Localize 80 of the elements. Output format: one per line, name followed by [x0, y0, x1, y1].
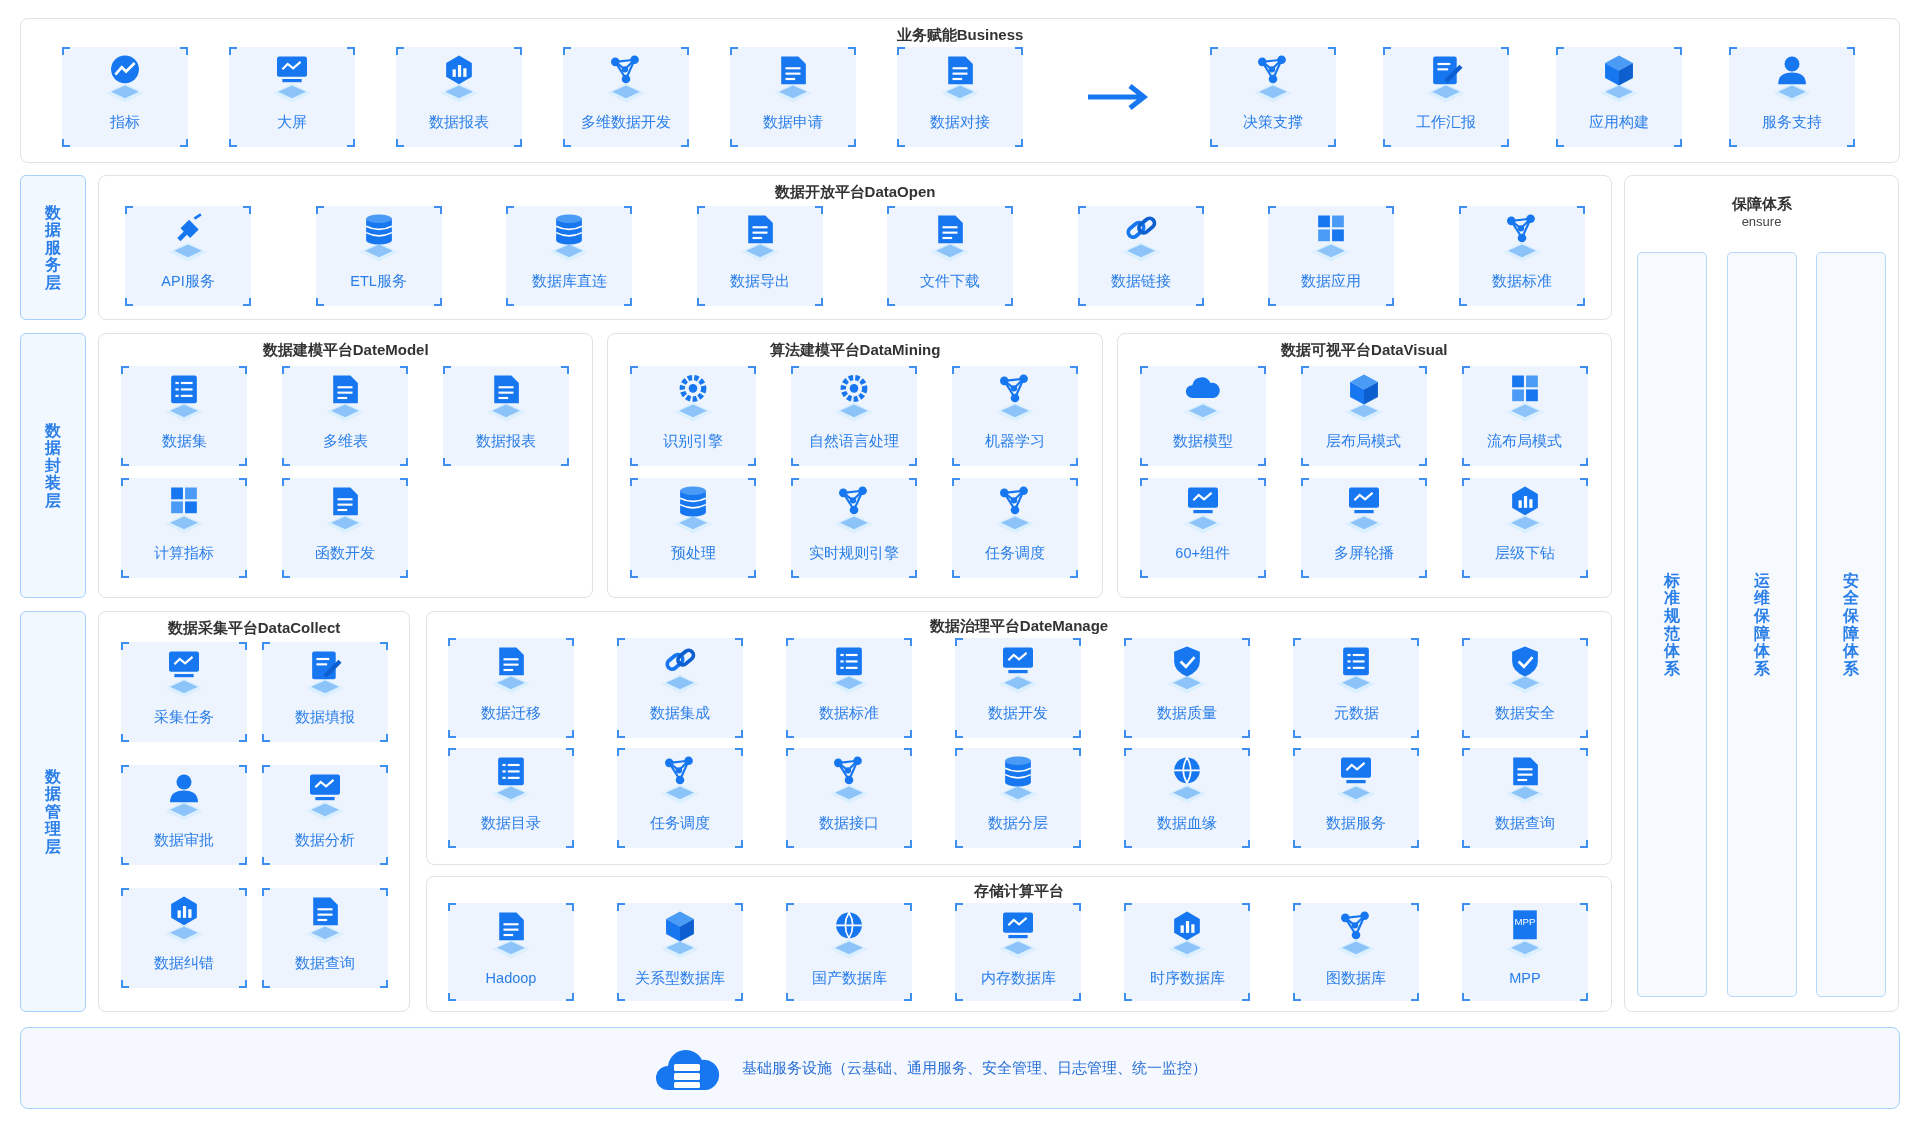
card-label: 函数开发	[315, 544, 375, 562]
card-label: 图数据库	[1326, 969, 1386, 987]
card-label: 计算指标	[154, 544, 214, 562]
guarantee-column: 安全保障体系	[1816, 252, 1886, 997]
card-label: 数据对接	[930, 113, 990, 131]
card-label: 数据库直连	[531, 272, 607, 290]
card-label: API服务	[161, 272, 215, 290]
card-label: 数据服务	[1326, 814, 1386, 832]
card-label: 数据应用	[1301, 272, 1362, 290]
panel-title: 算法建模平台DataMining	[768, 340, 942, 360]
card-label: 自然语言处理	[809, 432, 900, 450]
card-label: 层级下钻	[1494, 544, 1555, 562]
card-label: 决策支撑	[1243, 113, 1303, 131]
card-label: 工作汇报	[1416, 113, 1476, 131]
card-label: 元数据	[1333, 704, 1379, 722]
card-label: 国产数据库	[811, 969, 887, 987]
card-label: 流布局模式	[1487, 432, 1563, 450]
guarantee-column: 标准规范体系	[1637, 252, 1707, 997]
card-label: 数据标准	[1491, 272, 1552, 290]
card-label: 应用构建	[1589, 113, 1649, 131]
card-label: 数据申请	[763, 113, 823, 131]
card-label: 多维表	[322, 432, 368, 450]
card-label: 数据迁移	[481, 704, 541, 722]
panel-title: 业务赋能Business	[895, 25, 1025, 45]
card-label: 数据质量	[1157, 704, 1217, 722]
card-label: 数据报表	[476, 432, 536, 450]
card-label: 数据填报	[295, 708, 355, 726]
card-label: 指标	[110, 113, 140, 131]
card-label: 数据血缘	[1157, 814, 1217, 832]
card-label: 数据纠错	[154, 954, 214, 972]
panel-title: 保障体系	[1731, 194, 1792, 214]
card-label: 多屏轮播	[1333, 544, 1394, 562]
layer-label: 数据管理层	[20, 611, 86, 1012]
card-label: 机器学习	[985, 432, 1046, 450]
panel-title: 数据开放平台DataOpen	[773, 182, 937, 202]
card-label: 数据分析	[295, 831, 355, 849]
card-label: 文件下载	[920, 272, 981, 290]
card-label: 60+组件	[1175, 544, 1230, 562]
card-label: 数据链接	[1110, 272, 1171, 290]
card-label: 识别引擎	[663, 432, 724, 450]
panel-title: 数据采集平台DataCollect	[166, 618, 342, 638]
card-label: 大屏	[277, 113, 307, 131]
card-label: 任务调度	[985, 544, 1046, 562]
card-label: 内存数据库	[980, 969, 1056, 987]
card-label: 时序数据库	[1149, 969, 1225, 987]
card-label: ETL服务	[350, 272, 407, 290]
panel-title: 数据治理平台DateManage	[928, 616, 1110, 636]
card-label: 数据集	[161, 432, 207, 450]
card-label: 采集任务	[154, 708, 214, 726]
guarantee-column: 运维保障体系	[1726, 252, 1797, 997]
card-label: 多维数据开发	[581, 113, 671, 131]
card-label: 数据分层	[988, 814, 1048, 832]
card-label: 数据安全	[1495, 704, 1555, 722]
card-label: 数据查询	[295, 954, 355, 972]
card-label: 数据导出	[729, 272, 790, 290]
panel-title: 数据可视平台DataVisual	[1280, 340, 1449, 360]
panel-subtitle: ensure	[1741, 214, 1782, 230]
card-label: 数据目录	[481, 814, 541, 832]
card-label: Hadoop	[485, 969, 537, 987]
card-label: 数据报表	[429, 113, 489, 131]
panel-title: 存储计算平台	[973, 881, 1065, 901]
card-label: 关系型数据库	[635, 969, 725, 987]
card-label: 数据模型	[1172, 432, 1233, 450]
card-label: 数据接口	[819, 814, 879, 832]
card-label: MPP	[1509, 969, 1541, 987]
card-label: 数据标准	[819, 704, 879, 722]
card-label: 数据开发	[988, 704, 1048, 722]
card-label: 数据审批	[154, 831, 214, 849]
layer-label: 数据服务层	[20, 175, 86, 320]
card-label: 任务调度	[650, 814, 710, 832]
panel-title: 数据建模平台DateModel	[261, 340, 430, 360]
card-label: 层布局模式	[1326, 432, 1402, 450]
card-label: 数据查询	[1495, 814, 1555, 832]
card-label: 服务支持	[1762, 113, 1822, 131]
card-label: 实时规则引擎	[809, 544, 900, 562]
card-label: 数据集成	[650, 704, 710, 722]
arrow-icon	[1085, 82, 1148, 112]
infrastructure-text: 基础服务设施（云基础、通用服务、安全管理、日志管理、统一监控）	[741, 1058, 1207, 1078]
card-label: 预处理	[670, 544, 716, 562]
layer-label: 数据封装层	[20, 333, 86, 598]
